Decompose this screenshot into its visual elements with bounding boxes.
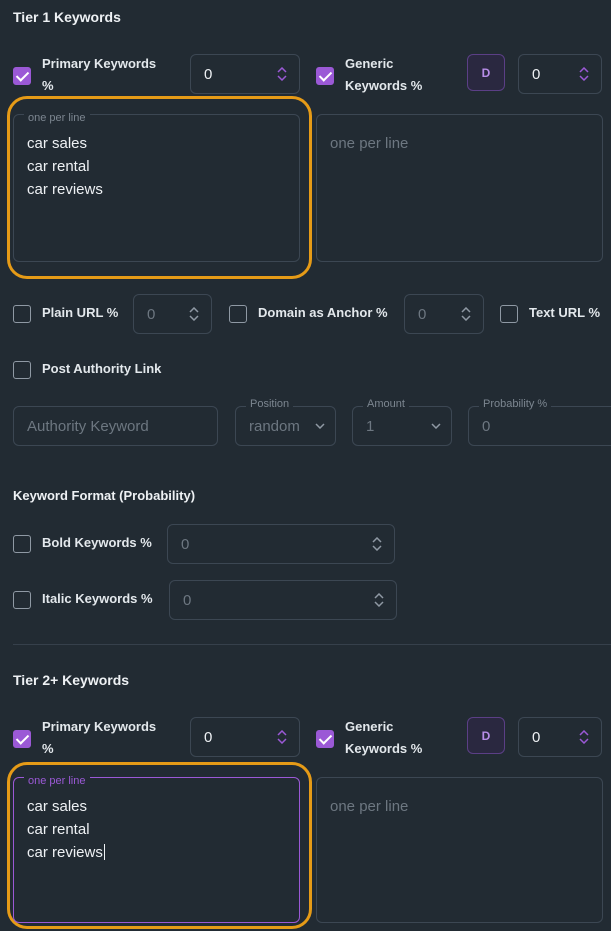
position-select[interactable]: Position random: [235, 398, 336, 446]
tier1-generic-checkbox[interactable]: [316, 67, 334, 85]
textarea-legend: one per line: [24, 107, 90, 130]
tier2-generic-textarea[interactable]: one per line: [316, 777, 603, 923]
italic-input[interactable]: 0: [169, 580, 397, 620]
tier2-generic-checkbox[interactable]: [316, 730, 334, 748]
format-heading: Keyword Format (Probability): [13, 488, 196, 503]
chevron-down-icon: [277, 738, 287, 744]
chevron-down-icon: [372, 545, 382, 551]
plain-url-checkbox[interactable]: [13, 305, 31, 323]
post-authority-checkbox[interactable]: [13, 361, 31, 379]
stepper-arrows[interactable]: [461, 305, 473, 323]
stepper-arrows[interactable]: [579, 728, 591, 746]
chevron-down-icon: [374, 601, 384, 607]
tier1-heading: Tier 1 Keywords: [13, 9, 121, 25]
chevron-up-icon: [372, 537, 382, 543]
chevron-up-icon: [277, 730, 287, 736]
domain-anchor-label: Domain as Anchor %: [258, 305, 388, 320]
chevron-down-icon: [277, 75, 287, 81]
chevron-down-icon: [315, 423, 325, 429]
amount-value: 1: [366, 417, 375, 435]
domain-anchor-input[interactable]: 0: [404, 294, 484, 334]
tier2-primary-textarea[interactable]: one per line car sales car rental car re…: [13, 770, 300, 923]
textarea-placeholder: one per line: [330, 135, 409, 152]
tier1-primary-checkbox[interactable]: [13, 67, 31, 85]
amount-select[interactable]: Amount 1: [352, 398, 452, 446]
tier2-primary-label: Primary Keywords %: [42, 719, 157, 756]
chevron-up-icon: [189, 307, 199, 313]
authority-keyword-placeholder: Authority Keyword: [27, 417, 149, 435]
tier1-primary-input[interactable]: 0: [190, 54, 300, 94]
stepper-arrows[interactable]: [189, 305, 201, 323]
tier1-primary-value: 0: [204, 65, 213, 83]
tier2-generic-label: Generic Keywords %: [345, 719, 423, 756]
tier2-primary-input[interactable]: 0: [190, 717, 300, 757]
section-divider: [13, 644, 611, 645]
tier1-generic-input[interactable]: 0: [518, 54, 602, 94]
probability-input[interactable]: Probability % 0: [468, 398, 611, 446]
italic-label: Italic Keywords %: [42, 591, 153, 606]
chevron-down-icon: [579, 738, 589, 744]
chevron-down-icon: [461, 315, 471, 321]
amount-label: Amount: [363, 398, 409, 410]
text-caret: [103, 844, 105, 860]
authority-keyword-input[interactable]: Authority Keyword: [13, 406, 218, 446]
stepper-arrows[interactable]: [579, 65, 591, 83]
textarea-legend: one per line: [24, 770, 90, 793]
chevron-up-icon: [579, 730, 589, 736]
keyword-line: car sales: [27, 798, 88, 815]
plain-url-label: Plain URL %: [42, 305, 119, 320]
italic-checkbox[interactable]: [13, 591, 31, 609]
tier2-heading: Tier 2+ Keywords: [13, 672, 130, 688]
chevron-up-icon: [277, 67, 287, 73]
keyword-line: car reviews: [27, 844, 103, 861]
italic-value: 0: [183, 591, 192, 609]
tier1-generic-textarea[interactable]: one per line: [316, 114, 603, 262]
stepper-arrows[interactable]: [277, 65, 289, 83]
stepper-arrows[interactable]: [372, 535, 384, 553]
bold-value: 0: [181, 535, 190, 553]
tier1-d-button[interactable]: D: [467, 54, 505, 91]
text-url-checkbox[interactable]: [500, 305, 518, 323]
domain-anchor-checkbox[interactable]: [229, 305, 247, 323]
chevron-down-icon: [431, 423, 441, 429]
domain-anchor-value: 0: [418, 305, 427, 323]
tier1-primary-textarea[interactable]: one per line car sales car rental car re…: [13, 107, 300, 262]
stepper-arrows[interactable]: [374, 591, 386, 609]
keyword-line: car rental: [27, 158, 90, 175]
text-url-label: Text URL %: [529, 305, 601, 320]
tier2-generic-value: 0: [532, 728, 541, 746]
chevron-down-icon: [189, 315, 199, 321]
bold-input[interactable]: 0: [167, 524, 395, 564]
tier1-generic-label: Generic Keywords %: [345, 56, 423, 93]
chevron-down-icon: [579, 75, 589, 81]
tier2-d-button[interactable]: D: [467, 717, 505, 754]
bold-checkbox[interactable]: [13, 535, 31, 553]
bold-label: Bold Keywords %: [42, 535, 152, 550]
stepper-arrows[interactable]: [277, 728, 289, 746]
tier1-primary-label: Primary Keywords %: [42, 56, 157, 93]
tier2-generic-input[interactable]: 0: [518, 717, 602, 757]
keyword-line: car reviews: [27, 181, 103, 198]
plain-url-input[interactable]: 0: [133, 294, 212, 334]
post-authority-label: Post Authority Link: [42, 361, 162, 376]
chevron-up-icon: [579, 67, 589, 73]
tier2-primary-value: 0: [204, 728, 213, 746]
position-label: Position: [246, 398, 294, 410]
probability-label: Probability %: [479, 398, 552, 410]
chevron-up-icon: [374, 593, 384, 599]
tier2-primary-checkbox[interactable]: [13, 730, 31, 748]
probability-value: 0: [482, 417, 491, 435]
keyword-line: car rental: [27, 821, 90, 838]
plain-url-value: 0: [147, 305, 156, 323]
textarea-placeholder: one per line: [330, 798, 409, 815]
position-value: random: [249, 417, 300, 435]
chevron-up-icon: [461, 307, 471, 313]
tier1-generic-value: 0: [532, 65, 541, 83]
keyword-line: car sales: [27, 135, 88, 152]
